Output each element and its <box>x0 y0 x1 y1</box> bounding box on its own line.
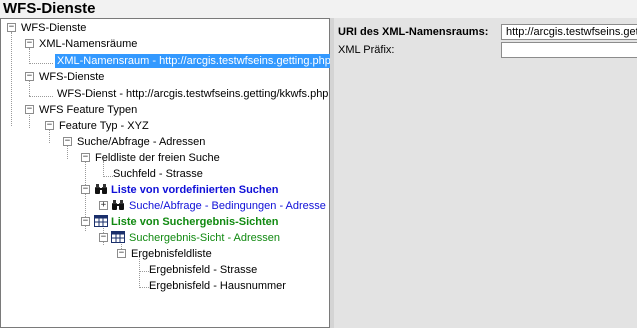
tree-panel[interactable]: − WFS-Dienste − XML-Namensräume XML-Name… <box>0 18 333 328</box>
binoculars-icon <box>95 184 107 194</box>
tree-line <box>29 96 53 97</box>
collapse-icon[interactable]: − <box>25 105 34 114</box>
tree-node-xml-namespace-item[interactable]: XML-Namensraum - http://arcgis.testwfsei… <box>55 54 333 68</box>
table-icon <box>94 215 108 227</box>
tree-line <box>29 112 30 128</box>
collapse-icon[interactable]: − <box>45 121 54 130</box>
tree-line <box>49 129 50 143</box>
expand-icon[interactable]: + <box>99 201 108 210</box>
tree-node-search-query[interactable]: Suche/Abfrage - Adressen <box>75 135 207 149</box>
window-title: WFS-Dienste <box>0 0 637 18</box>
prefix-input[interactable] <box>501 42 637 58</box>
tree-node-result-field-number[interactable]: Ergebnisfeld - Hausnummer <box>147 279 288 293</box>
collapse-icon[interactable]: − <box>117 249 126 258</box>
collapse-icon[interactable]: − <box>7 23 16 32</box>
tree-line <box>11 32 12 126</box>
uri-input[interactable]: http://arcgis.testwfseins.get <box>501 24 637 40</box>
tree-node-result-field-street[interactable]: Ergebnisfeld - Strasse <box>147 263 259 277</box>
tree-line <box>29 63 53 64</box>
uri-label: URI des XML-Namensraums: <box>338 26 489 38</box>
tree-node-result-field-list[interactable]: Ergebnisfeldliste <box>129 247 214 261</box>
table-icon <box>111 231 125 243</box>
prefix-label: XML Präfix: <box>338 44 395 56</box>
tree-node-free-search-fields[interactable]: Feldliste der freien Suche <box>93 151 222 165</box>
binoculars-icon <box>112 200 124 210</box>
tree-node-predefined-searches[interactable]: Liste von vordefinierten Suchen <box>109 183 280 197</box>
tree-node-feature-type[interactable]: Feature Typ - XYZ <box>57 119 151 133</box>
tree-node-result-view[interactable]: Suchergebnis-Sicht - Adressen <box>127 231 282 245</box>
tree-line <box>29 80 30 96</box>
tree-node-wfs-services[interactable]: WFS-Dienste <box>37 70 106 84</box>
tree-node-search-conditions[interactable]: Suche/Abfrage - Bedingungen - Adresse <box>127 199 328 213</box>
collapse-icon[interactable]: − <box>81 153 90 162</box>
collapse-icon[interactable]: − <box>25 72 34 81</box>
tree-line <box>29 48 30 64</box>
collapse-icon[interactable]: − <box>81 185 90 194</box>
collapse-icon[interactable]: − <box>99 233 108 242</box>
tree-node-feature-types[interactable]: WFS Feature Typen <box>37 103 139 117</box>
collapse-icon[interactable]: − <box>63 137 72 146</box>
tree-node-wfs-service-item[interactable]: WFS-Dienst - http://arcgis.testwfseins.g… <box>55 87 330 101</box>
tree-node-xml-namespaces[interactable]: XML-Namensräume <box>37 37 139 51</box>
tree-line <box>67 145 68 159</box>
tree-node-result-views[interactable]: Liste von Suchergebnis-Sichten <box>109 215 280 229</box>
collapse-icon[interactable]: − <box>81 217 90 226</box>
collapse-icon[interactable]: − <box>25 39 34 48</box>
tree-node-root[interactable]: WFS-Dienste <box>19 21 88 35</box>
tree-node-search-field[interactable]: Suchfeld - Strasse <box>111 167 205 181</box>
property-panel: URI des XML-Namensraums: http://arcgis.t… <box>334 18 637 328</box>
